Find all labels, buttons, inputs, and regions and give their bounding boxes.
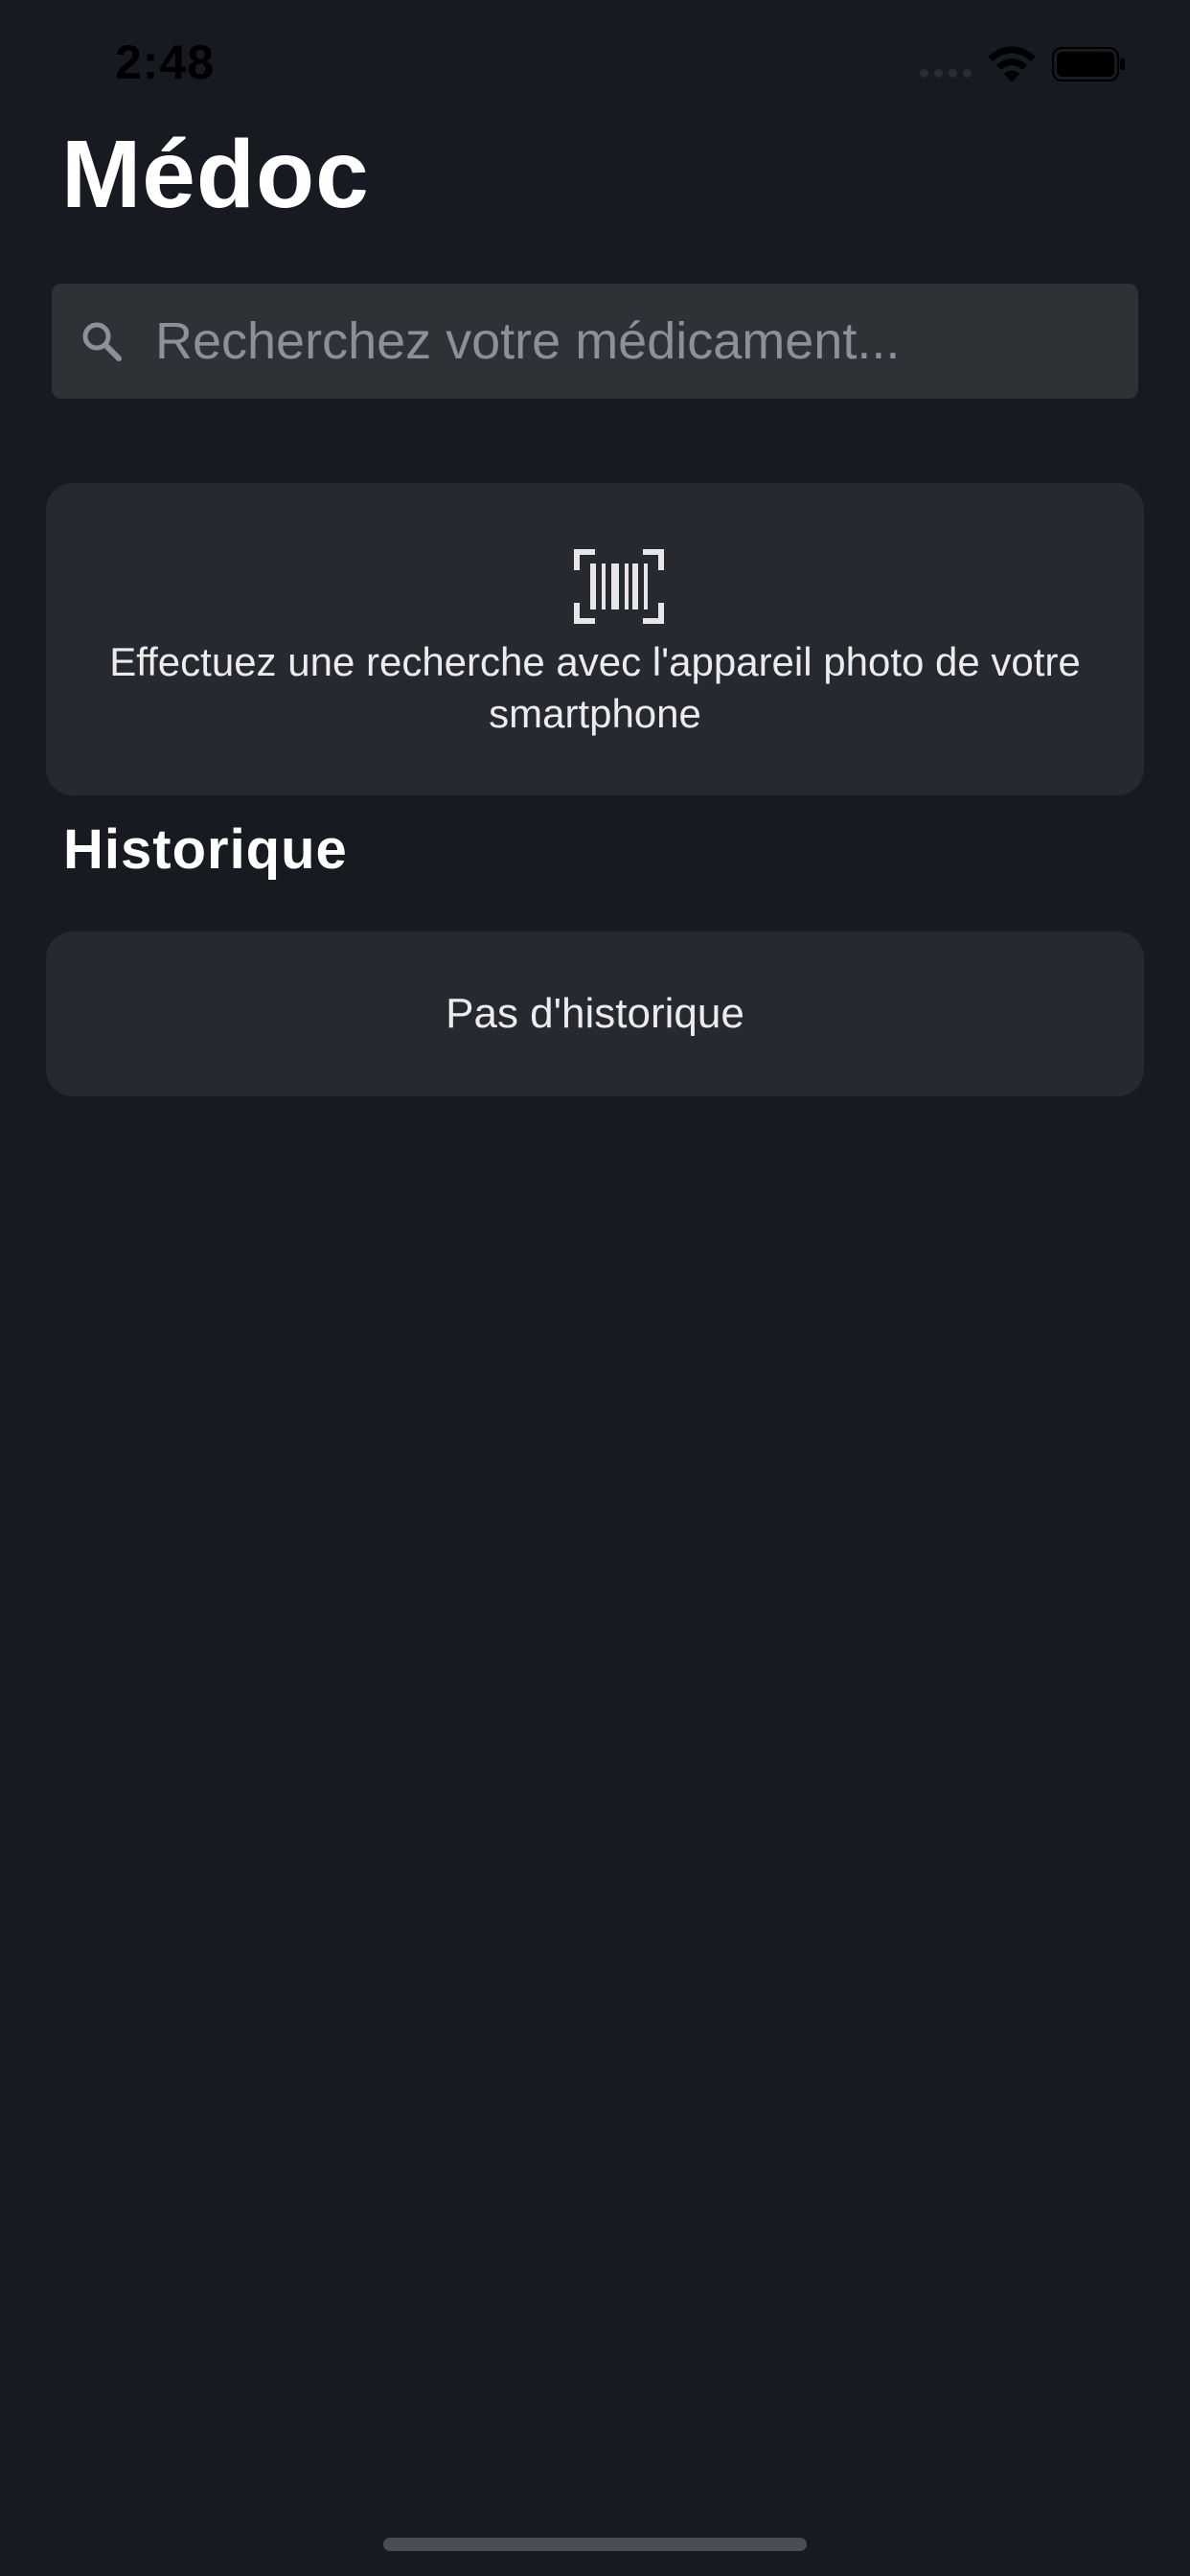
- history-heading: Historique: [63, 818, 348, 881]
- camera-search-text: Effectuez une recherche avec l'appareil …: [109, 639, 1081, 736]
- status-time: 2:48: [115, 35, 216, 89]
- search-input[interactable]: [155, 284, 1113, 399]
- history-empty-text: Pas d'historique: [446, 990, 744, 1037]
- status-bar: 2:48: [0, 0, 1190, 125]
- home-indicator[interactable]: [383, 2538, 807, 2551]
- barcode-scan-icon: [574, 549, 664, 624]
- app-screen: 2:48 Médoc Recherchez votre médicament..…: [0, 0, 1190, 2576]
- search-icon: [82, 322, 122, 361]
- signal-icon: [920, 69, 972, 78]
- page-title: Médoc: [61, 121, 370, 228]
- camera-search-card[interactable]: Effectuez une recherche avec l'appareil …: [46, 483, 1144, 795]
- history-empty-card: Pas d'historique: [46, 932, 1144, 1096]
- battery-icon: [1052, 47, 1125, 81]
- wifi-icon: [988, 46, 1036, 82]
- search-bar[interactable]: [52, 284, 1138, 399]
